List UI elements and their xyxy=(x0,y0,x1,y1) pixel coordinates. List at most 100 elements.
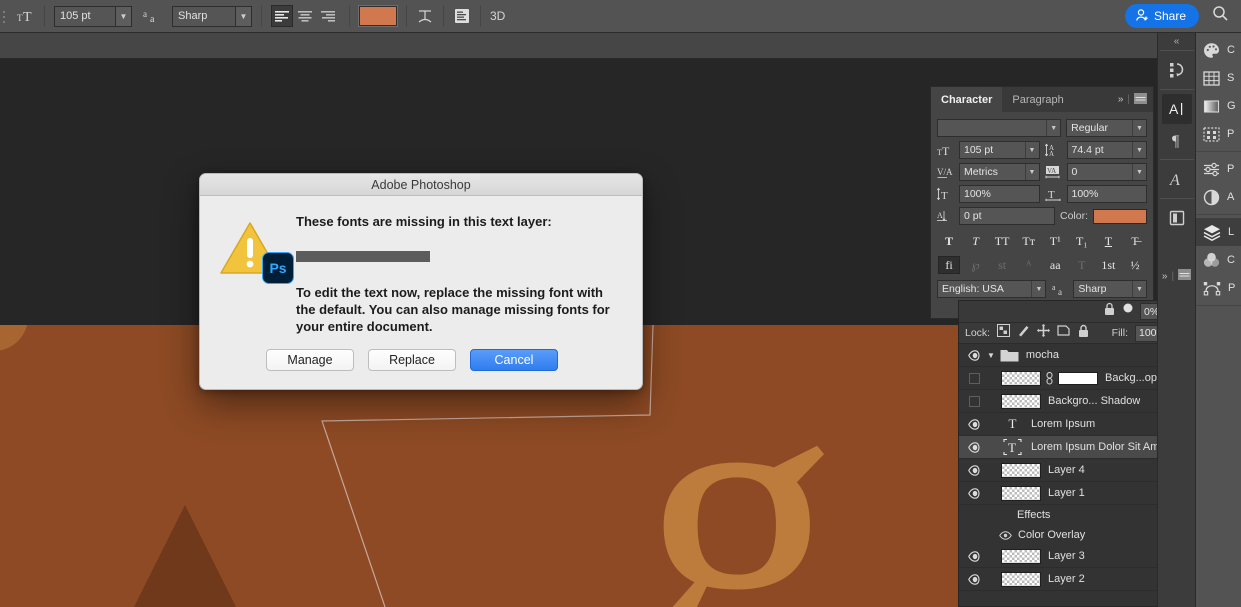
font-size-chevron-down-icon[interactable]: ▼ xyxy=(1025,142,1039,158)
layer-thumbnail[interactable] xyxy=(1001,371,1041,386)
layer-thumbnail[interactable] xyxy=(1001,549,1041,564)
oldstyle-button[interactable]: aa xyxy=(1044,256,1066,274)
lock-all-small-icon[interactable] xyxy=(1103,302,1116,321)
layer-visibility-toggle-off[interactable] xyxy=(961,396,987,407)
properties-panel-icon[interactable]: P xyxy=(1196,155,1241,183)
layer-mask-link-icon[interactable] xyxy=(1045,372,1054,385)
ordinals-button[interactable]: 1st xyxy=(1097,256,1119,274)
layer-visibility-eye-icon[interactable] xyxy=(961,442,987,453)
lock-image-pixels-icon[interactable] xyxy=(1017,324,1030,342)
font-style-chevron-down-icon[interactable]: ▼ xyxy=(1132,120,1146,136)
channels-panel-icon[interactable]: C xyxy=(1196,246,1241,274)
layer-visibility-eye-icon[interactable] xyxy=(961,419,987,430)
language-chevron-down-icon[interactable]: ▼ xyxy=(1031,281,1045,297)
strikethrough-button[interactable]: T̶ xyxy=(1124,232,1146,250)
manage-button[interactable]: Manage xyxy=(266,349,354,371)
superscript-button[interactable]: T¹ xyxy=(1044,232,1066,250)
layer-thumbnail[interactable] xyxy=(1001,572,1041,587)
leading-field[interactable]: 74.4 pt ▼ xyxy=(1067,141,1148,159)
cancel-button[interactable]: Cancel xyxy=(470,349,558,371)
font-family-chevron-down-icon[interactable]: ▼ xyxy=(1046,120,1060,136)
text-color-swatch[interactable] xyxy=(359,6,397,26)
swash-button[interactable]: ᴬ xyxy=(1018,256,1040,274)
options-bar-grip[interactable] xyxy=(0,0,10,33)
faux-italic-button[interactable]: T xyxy=(965,232,987,250)
standard-ligatures-button[interactable]: fi xyxy=(938,256,960,274)
antialias-method-control[interactable]: Sharp ▼ xyxy=(167,0,257,33)
antialias-method-value[interactable]: Sharp xyxy=(178,10,207,22)
layer-visibility-eye-icon[interactable] xyxy=(961,488,987,499)
search-button[interactable] xyxy=(1207,3,1233,29)
panel-menu-icon[interactable] xyxy=(1134,91,1147,109)
contextual-alternates-button[interactable]: ℘ xyxy=(965,256,987,274)
all-caps-button[interactable]: TT xyxy=(991,232,1013,250)
document-tab-bar[interactable] xyxy=(0,33,1158,59)
text-tool-preset[interactable]: TT xyxy=(10,0,40,33)
text-color-control[interactable] xyxy=(354,0,402,33)
layer-visibility-eye-icon[interactable] xyxy=(961,350,987,361)
tracking-field[interactable]: 0 ▼ xyxy=(1067,163,1148,181)
adjustments-panel-icon[interactable]: A xyxy=(1196,183,1241,211)
layer-thumbnail[interactable] xyxy=(1001,394,1041,409)
font-size-field[interactable]: 105 pt ▼ xyxy=(959,141,1040,159)
kerning-chevron-down-icon[interactable]: ▼ xyxy=(1025,164,1039,180)
paths-panel-icon[interactable]: P xyxy=(1196,274,1241,302)
lock-position-icon[interactable] xyxy=(1037,324,1050,342)
font-size-value[interactable]: 105 pt xyxy=(60,10,91,22)
character-panel-icon[interactable]: A xyxy=(1162,94,1192,124)
glyphs-panel-icon[interactable]: A xyxy=(1162,164,1192,194)
three-d-text-button[interactable]: 3D xyxy=(485,0,510,33)
align-right-icon[interactable] xyxy=(317,5,339,27)
font-size-chevron-down-icon[interactable]: ▼ xyxy=(115,7,131,26)
swatches-panel-icon[interactable]: S xyxy=(1196,64,1241,92)
layer-visibility-eye-icon[interactable] xyxy=(961,574,987,585)
tab-character[interactable]: Character xyxy=(931,87,1002,112)
panel-menu-icon[interactable] xyxy=(1178,267,1191,285)
lock-artboard-nesting-icon[interactable] xyxy=(1057,324,1070,342)
lock-transparent-pixels-icon[interactable] xyxy=(997,324,1010,342)
group-expand-chevron-icon[interactable]: ▼ xyxy=(987,351,995,360)
chevron-double-right-icon[interactable]: » xyxy=(1162,271,1168,282)
leading-chevron-down-icon[interactable]: ▼ xyxy=(1132,142,1146,158)
align-center-icon[interactable] xyxy=(294,5,316,27)
toggle-character-paragraph-panels-button[interactable] xyxy=(448,0,476,33)
antialias-select[interactable]: Sharp ▼ xyxy=(1073,280,1147,298)
layers-panel-icon[interactable]: L xyxy=(1196,218,1241,246)
font-family-select[interactable]: ▼ xyxy=(937,119,1061,137)
underline-button[interactable]: T xyxy=(1097,232,1119,250)
character-color-swatch[interactable] xyxy=(1093,209,1147,224)
effect-visibility-eye-icon[interactable] xyxy=(999,531,1012,540)
replace-button[interactable]: Replace xyxy=(368,349,456,371)
align-left-icon[interactable] xyxy=(271,5,293,27)
vertical-scale-field[interactable]: 100% xyxy=(959,185,1040,203)
collapse-panels-icon[interactable]: « xyxy=(1174,33,1180,50)
paragraph-panel-icon[interactable]: ¶ xyxy=(1162,125,1192,155)
opacity-slider-handle[interactable] xyxy=(1121,302,1135,321)
baseline-shift-field[interactable]: 0 pt xyxy=(959,207,1055,225)
layer-thumbnail[interactable] xyxy=(1001,486,1041,501)
font-style-select[interactable]: Regular ▼ xyxy=(1066,119,1147,137)
language-select[interactable]: English: USA ▼ xyxy=(937,280,1046,298)
layer-thumbnail[interactable] xyxy=(1001,463,1041,478)
layer-visibility-eye-icon[interactable] xyxy=(961,465,987,476)
layer-visibility-toggle-off[interactable] xyxy=(961,373,987,384)
layer-visibility-eye-icon[interactable] xyxy=(961,551,987,562)
horizontal-scale-field[interactable]: 100% xyxy=(1067,185,1148,203)
antialias-chevron-down-icon[interactable]: ▼ xyxy=(235,7,251,26)
tab-paragraph[interactable]: Paragraph xyxy=(1002,87,1073,112)
faux-bold-button[interactable]: T xyxy=(938,232,960,250)
kerning-field[interactable]: Metrics ▼ xyxy=(959,163,1040,181)
small-caps-button[interactable]: Tт xyxy=(1018,232,1040,250)
share-button[interactable]: Share xyxy=(1125,4,1199,28)
font-size-control[interactable]: 105 pt ▼ xyxy=(49,0,137,33)
antialias-chevron-down-icon[interactable]: ▼ xyxy=(1132,281,1146,297)
titling-alternates-button[interactable]: T xyxy=(1071,256,1093,274)
color-panel-icon[interactable]: C xyxy=(1196,36,1241,64)
lock-all-icon[interactable] xyxy=(1077,324,1090,343)
discretionary-ligatures-button[interactable]: st xyxy=(991,256,1013,274)
warp-text-button[interactable] xyxy=(411,0,439,33)
gradients-panel-icon[interactable]: G xyxy=(1196,92,1241,120)
subscript-button[interactable]: T₁ xyxy=(1071,232,1093,250)
patterns-panel-icon[interactable]: P xyxy=(1196,120,1241,148)
layer-mask-thumbnail[interactable] xyxy=(1058,372,1098,385)
